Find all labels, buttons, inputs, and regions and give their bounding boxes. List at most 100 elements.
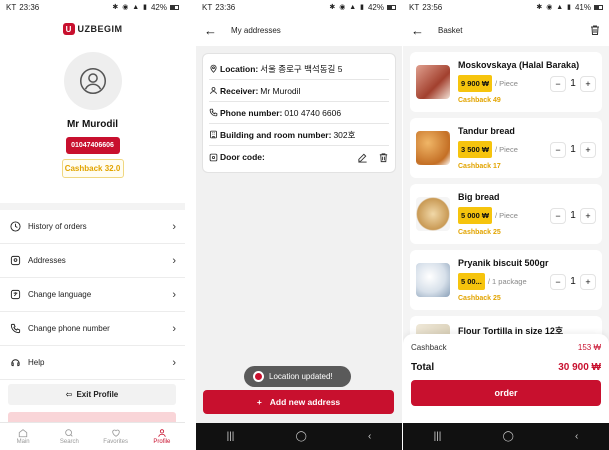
recent-apps-icon[interactable]: |||: [434, 431, 442, 442]
exit-profile-button[interactable]: ⇦ Exit Profile: [8, 384, 176, 405]
field-key: Door code:: [220, 152, 265, 162]
quantity-stepper: − 1 +: [550, 273, 596, 290]
clear-basket-trash-icon[interactable]: [589, 24, 601, 36]
system-back-icon[interactable]: ‹: [368, 431, 371, 442]
quantity-value: 1: [570, 144, 576, 155]
delete-address-button[interactable]: [378, 152, 389, 163]
product-price: 9 900 ₩: [458, 75, 492, 92]
quantity-stepper: − 1 +: [550, 75, 596, 92]
product-price: 5 00...: [458, 273, 485, 290]
system-back-icon[interactable]: ‹: [575, 431, 578, 442]
cashback-row: Cashback 153 ₩: [411, 343, 601, 352]
carrier: KT: [409, 2, 420, 12]
nav-label: Search: [59, 439, 79, 445]
nav-profile[interactable]: Profile: [139, 423, 185, 450]
menu-item-help[interactable]: Help ›: [0, 346, 185, 380]
product-price: 5 000 ₩: [458, 207, 492, 224]
product-unit: / Piece: [494, 145, 518, 154]
decrease-button[interactable]: −: [550, 273, 566, 290]
carrier: KT: [6, 2, 17, 12]
back-arrow-icon[interactable]: ←: [411, 23, 424, 38]
nav-search[interactable]: Search: [46, 423, 92, 450]
menu-item-label: Change phone number: [28, 324, 110, 333]
plus-icon: +: [256, 397, 262, 407]
carrier: KT: [202, 2, 213, 12]
system-navigation-bar: ||| ◯ ‹: [403, 423, 609, 450]
decrease-button[interactable]: −: [550, 141, 566, 158]
field-key: Receiver:: [220, 85, 259, 96]
back-arrow-icon[interactable]: ←: [204, 23, 217, 38]
field-key: Location:: [220, 63, 259, 74]
quantity-stepper: − 1 +: [550, 141, 596, 158]
bottom-navigation: Main Search Favorites Profile: [0, 422, 185, 450]
order-label: order: [494, 388, 518, 398]
search-icon: [65, 429, 74, 437]
page-title: Basket: [438, 25, 463, 35]
decrease-button[interactable]: −: [550, 207, 566, 224]
location-icon: [9, 255, 21, 267]
basket-item[interactable]: Big bread 5 000 ₩ / Piece − 1 + Cashback…: [410, 184, 602, 244]
translate-icon: [9, 289, 21, 301]
menu-item-phone[interactable]: Change phone number ›: [0, 312, 185, 346]
nav-main[interactable]: Main: [0, 423, 46, 450]
menu-item-language[interactable]: Change language ›: [0, 278, 185, 312]
battery-level: 41%: [574, 2, 591, 12]
pencil-icon: [358, 153, 367, 163]
home-icon: [18, 429, 28, 438]
avatar[interactable]: [63, 52, 122, 110]
battery-icon: [387, 4, 396, 10]
phone-icon: [209, 108, 218, 117]
system-navigation-bar: ||| ◯ ‹: [196, 423, 402, 450]
cashback-label: Cashback: [411, 343, 447, 352]
product-cashback: Cashback 25: [458, 229, 501, 236]
recent-apps-icon[interactable]: |||: [227, 431, 235, 442]
field-value: Mr Murodil: [260, 85, 301, 96]
address-card[interactable]: Location: 서울 종로구 백석동길 5 Receiver: Mr Mur…: [202, 53, 396, 173]
edit-address-button[interactable]: [357, 152, 368, 163]
quantity-stepper: − 1 +: [550, 207, 596, 224]
increase-button[interactable]: +: [580, 75, 596, 92]
door-code-icon: [209, 153, 218, 161]
increase-button[interactable]: +: [580, 207, 596, 224]
home-button-icon[interactable]: ◯: [296, 431, 307, 442]
product-cashback: Cashback 17: [458, 163, 501, 170]
status-bar: KT 23:56 ✱ ◉ ▲ ▮ 41%: [403, 0, 609, 14]
address-receiver-row: Receiver: Mr Murodil: [209, 80, 389, 102]
add-address-button[interactable]: + Add new address: [203, 390, 394, 414]
increase-button[interactable]: +: [580, 141, 596, 158]
menu-item-history[interactable]: History of orders ›: [0, 210, 185, 244]
user-avatar-icon: [79, 67, 106, 95]
status-icons: ✱ ◉ ▲ ▮: [536, 4, 572, 11]
basket-item[interactable]: Pryanik biscuit 500gr 5 00... / 1 packag…: [410, 250, 602, 310]
basket-screen: KT 23:56 ✱ ◉ ▲ ▮ 41% ← Basket Moskovskaya…: [403, 0, 609, 450]
quantity-value: 1: [570, 210, 576, 221]
increase-button[interactable]: +: [580, 273, 596, 290]
battery-level: 42%: [150, 2, 167, 12]
product-unit: / 1 package: [487, 277, 527, 286]
user-name: Mr Murodil: [66, 119, 119, 130]
delete-profile-button[interactable]: [8, 412, 176, 422]
basket-summary: Cashback 153 ₩ Total 30 900 ₩ order: [403, 334, 609, 424]
home-button-icon[interactable]: ◯: [503, 431, 514, 442]
menu-item-addresses[interactable]: Addresses ›: [0, 244, 185, 278]
basket-item[interactable]: Tandur bread 3 500 ₩ / Piece − 1 + Cashb…: [410, 118, 602, 178]
quantity-value: 1: [570, 78, 576, 89]
decrease-button[interactable]: −: [550, 75, 566, 92]
menu-item-label: Help: [28, 358, 45, 367]
divider: [185, 0, 196, 450]
product-price: 3 500 ₩: [458, 141, 492, 158]
profile-menu: History of orders › Addresses › Change l…: [0, 203, 185, 380]
chevron-right-icon: ›: [172, 322, 176, 335]
basket-item[interactable]: Moskovskaya (Halal Baraka) 9 900 ₩ / Pie…: [410, 52, 602, 112]
basket-items: Moskovskaya (Halal Baraka) 9 900 ₩ / Pie…: [403, 52, 609, 376]
total-label: Total: [411, 362, 435, 373]
clock: 23:36: [19, 2, 40, 12]
heart-icon: [111, 429, 120, 437]
order-button[interactable]: order: [411, 380, 601, 406]
nav-favorites[interactable]: Favorites: [93, 423, 139, 450]
menu-item-label: History of orders: [28, 222, 87, 231]
address-phone-row: Phone number: 010 4740 6606: [209, 102, 389, 124]
product-name: Pryanik biscuit 500gr: [458, 258, 549, 268]
phone-badge: 01047406606: [65, 137, 120, 154]
clock-icon: [9, 221, 21, 233]
